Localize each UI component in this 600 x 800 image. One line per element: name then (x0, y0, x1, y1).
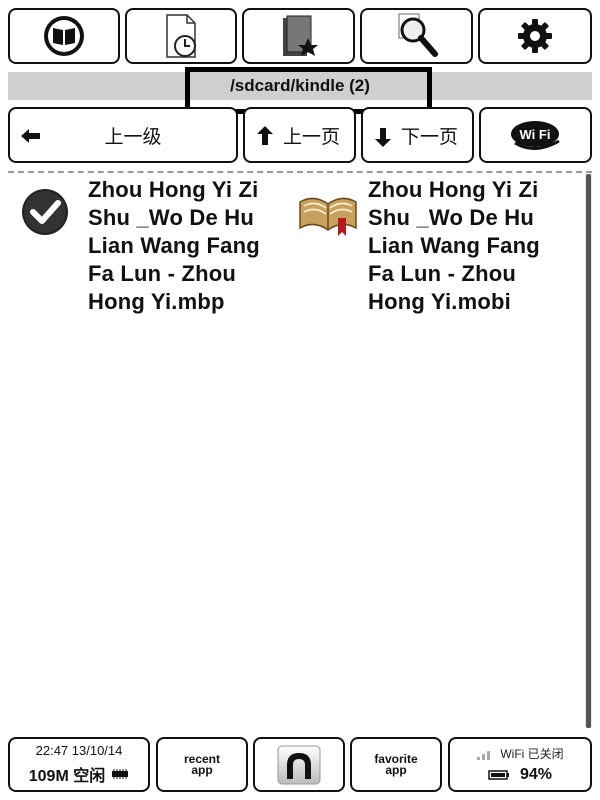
arrow-left-icon (21, 129, 40, 143)
checkmark-icon (22, 189, 68, 235)
favorites-button[interactable] (242, 8, 355, 64)
search-button[interactable] (360, 8, 473, 64)
gear-icon (518, 19, 552, 53)
favorite-app-button[interactable]: favorite app (350, 737, 442, 792)
prev-page-button[interactable]: 上一页 (243, 107, 356, 163)
settings-button[interactable] (478, 8, 592, 64)
home-arch-icon (277, 745, 321, 784)
search-icon (398, 13, 438, 57)
file-item[interactable]: Zhou Hong Yi Zi Shu _Wo De Hu Lian Wang … (298, 176, 568, 326)
wifi-status: WiFi 已关闭 (500, 747, 564, 761)
up-level-button[interactable]: 上一级 (8, 107, 238, 163)
recent-app-button[interactable]: recent app (156, 737, 248, 792)
next-page-button[interactable]: 下一页 (361, 107, 474, 163)
path-bar: /sdcard/kindle (2) (8, 72, 592, 100)
wifi-battery-status[interactable]: WiFi 已关闭 94% (448, 737, 592, 792)
status-info: 22:47 13/10/14 109M 空闲 (8, 737, 150, 792)
signal-bars-icon (477, 750, 491, 760)
file-item[interactable]: Zhou Hong Yi Zi Shu _Wo De Hu Lian Wang … (18, 176, 288, 326)
home-button[interactable] (253, 737, 345, 792)
current-path: /sdcard/kindle (2) (230, 76, 370, 95)
wifi-icon-label: Wi Fi (519, 127, 550, 142)
memory-free: 109M 空闲 (28, 768, 106, 785)
clock: 22:47 13/10/14 (35, 743, 123, 758)
favorite-app-label-line2: app (385, 762, 407, 777)
arrow-up-icon (257, 126, 273, 145)
prev-page-label: 上一页 (282, 126, 340, 148)
wifi-icon: Wi Fi (510, 121, 560, 150)
file-name: Zhou Hong Yi Zi Shu _Wo De Hu Lian Wang … (88, 177, 260, 314)
recent-app-label-line2: app (191, 762, 213, 777)
favorites-folder-icon (282, 15, 318, 56)
divider (8, 171, 592, 173)
battery-percent: 94% (519, 766, 553, 783)
next-page-label: 下一页 (400, 126, 458, 148)
book-icon (44, 16, 84, 56)
memory-chip-icon (112, 769, 129, 779)
file-name: Zhou Hong Yi Zi Shu _Wo De Hu Lian Wang … (368, 177, 540, 314)
library-button[interactable] (8, 8, 120, 64)
history-button[interactable] (125, 8, 237, 64)
up-level-label: 上一级 (104, 126, 162, 148)
battery-icon (488, 770, 509, 780)
document-clock-icon (166, 14, 196, 58)
wifi-button[interactable]: Wi Fi (479, 107, 592, 163)
open-book-icon (299, 197, 357, 236)
scrollbar-thumb[interactable] (586, 174, 591, 728)
arrow-down-icon (375, 128, 391, 147)
